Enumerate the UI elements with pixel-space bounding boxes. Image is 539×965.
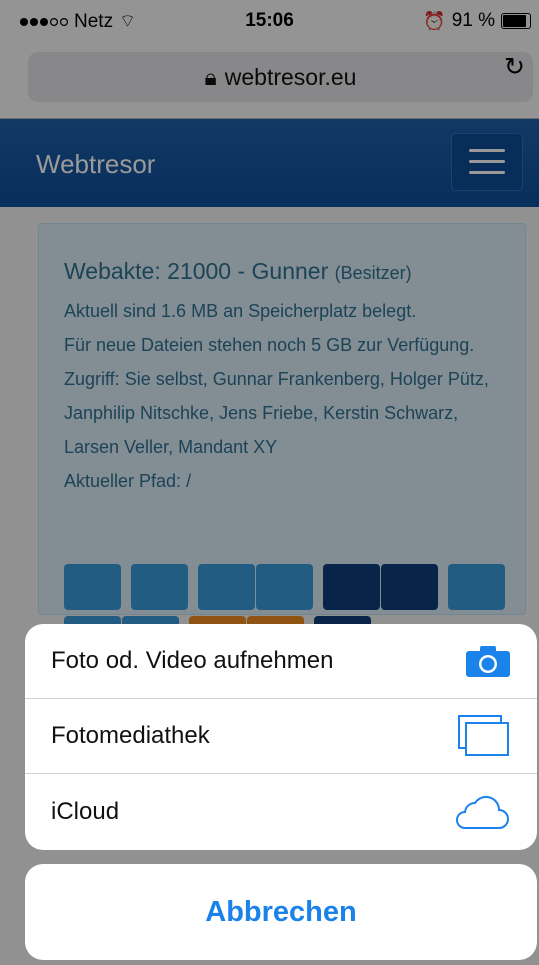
- cancel-button[interactable]: Abbrechen: [25, 864, 537, 960]
- take-photo-video-option[interactable]: Foto od. Video aufnehmen: [25, 624, 537, 699]
- photo-library-label: Fotomediathek: [51, 722, 210, 749]
- icloud-option[interactable]: iCloud: [25, 774, 537, 849]
- photo-library-option[interactable]: Fotomediathek: [25, 699, 537, 774]
- file-source-action-sheet: Foto od. Video aufnehmen Fotomediathek i…: [25, 624, 537, 850]
- icloud-icon: [456, 795, 509, 829]
- camera-icon: [466, 646, 510, 677]
- phone-screen: Netz ⌔ 15:06 ⏰ 91 % 🔒︎ webtresor.eu ↻ We…: [0, 0, 539, 965]
- icloud-label: iCloud: [51, 797, 120, 825]
- photo-library-icon: [458, 715, 509, 756]
- take-photo-video-label: Foto od. Video aufnehmen: [51, 647, 334, 674]
